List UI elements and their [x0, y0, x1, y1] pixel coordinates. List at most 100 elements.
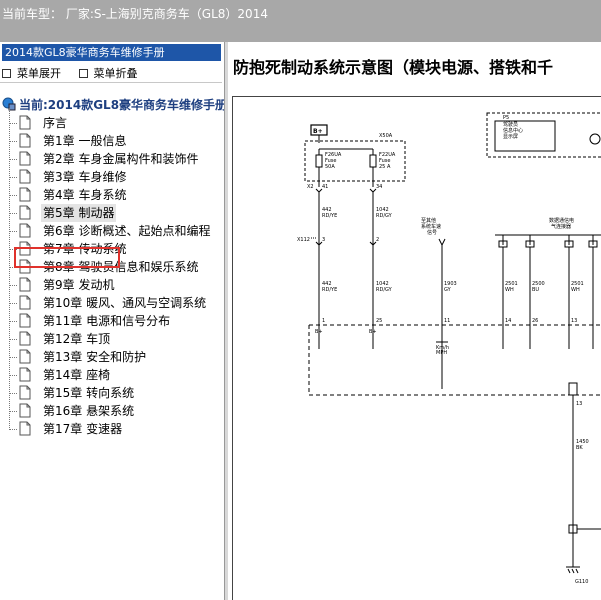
expand-icon: [2, 68, 11, 78]
tree-item-label: 第9章 发动机: [43, 278, 115, 292]
document-icon: [19, 313, 31, 331]
collapse-icon: [78, 68, 88, 78]
tree-item-label: 第5章 制动器: [41, 204, 117, 222]
window-titlebar: 当前车型： 厂家:S-上海别克商务车（GL8）2014: [0, 0, 601, 42]
document-icon: [19, 367, 31, 385]
document-icon: [19, 421, 31, 439]
tree-connector: [9, 411, 17, 412]
bplus-pin-25-label: B+: [369, 329, 377, 335]
wire-442-color: RD/YE: [322, 287, 337, 293]
wire-2501-color: WH: [571, 287, 580, 293]
document-icon: [19, 403, 31, 421]
tree-item-label: 第11章 电源和信号分布: [43, 314, 171, 328]
fuse-f26-symbol: [315, 154, 323, 168]
x50a-label: X50A: [379, 133, 393, 139]
tree-connector: [9, 141, 17, 142]
selection-highlight-box: [14, 247, 120, 268]
pin-11: 11: [444, 318, 450, 324]
collapse-menu-button[interactable]: 菜单折叠: [78, 65, 138, 81]
tree-item-label: 序言: [43, 116, 68, 130]
wire-442-color: RD/YE: [322, 213, 337, 219]
wiring-diagram-svg: B+ X50A F26UA Fuse 50A F22UA Fuse 25 A X…: [297, 112, 601, 585]
wire-1450-color: BK: [576, 445, 583, 451]
connector-symbol: [315, 188, 323, 193]
connector-x112-label: X112: [297, 237, 310, 243]
divider: [0, 82, 222, 83]
document-icon: [19, 205, 31, 223]
tree-item-label: 第15章 转向系统: [43, 386, 135, 400]
tree-line: [9, 108, 10, 430]
tree-connector: [9, 303, 17, 304]
serial-data-line1: 数据通信电: [549, 217, 574, 224]
pin-2: 2: [376, 237, 379, 243]
wire-2501-color: WH: [505, 287, 514, 293]
connector-symbol: [369, 188, 377, 193]
tree-item-label: 第16章 悬架系统: [43, 404, 135, 418]
tree-root[interactable]: 当前:2014款GL8豪华商务车维修手册: [2, 96, 227, 114]
ground-symbol: [566, 566, 580, 574]
document-icon: [19, 169, 31, 187]
p5-label: P5: [503, 115, 509, 121]
wire-2500-color: BU: [532, 287, 539, 293]
pin-26: 26: [532, 318, 538, 324]
speed-signal-line3: 信号: [427, 229, 437, 236]
tree-connector: [9, 375, 17, 376]
tree-item-label: 第13章 安全和防护: [43, 350, 147, 364]
wire-1903-color: GY: [444, 287, 452, 293]
pin-34: 34: [376, 184, 382, 190]
document-icon: [19, 223, 31, 241]
tree-item-label: 第10章 暖风、通风与空调系统: [43, 296, 207, 310]
window-title: 当前车型： 厂家:S-上海别克商务车（GL8）2014: [2, 7, 268, 21]
bplus-pin-1-label: B+: [315, 329, 323, 335]
pin-25: 25: [376, 318, 382, 324]
connector-symbol: [568, 382, 578, 396]
tree-connector: [9, 123, 17, 124]
p5-line1: 驾驶员: [503, 121, 518, 128]
speed-signal-line2: 系统车速: [421, 223, 441, 230]
document-icon: [19, 277, 31, 295]
mph-label: MPH: [436, 350, 447, 356]
document-icon: [19, 331, 31, 349]
tree-connector: [9, 231, 17, 232]
wiring-diagram: B+ X50A F26UA Fuse 50A F22UA Fuse 25 A X…: [232, 96, 601, 600]
arrow-symbol: [438, 238, 446, 247]
module-boundary: [308, 325, 601, 396]
fuse-f22-rating: 25 A: [379, 164, 391, 170]
left-panel: 2014款GL8豪华商务车维修手册 菜单展开 菜单折叠 当前:2014款GL8豪…: [0, 42, 227, 600]
tree-connector: [9, 177, 17, 178]
pin-3: 3: [322, 237, 325, 243]
tree-connector: [9, 321, 17, 322]
connector-x2-label: X2: [307, 184, 314, 190]
document-icon: [19, 349, 31, 367]
tree-item-label: 第4章 车身系统: [43, 188, 127, 202]
tree-connector: [9, 195, 17, 196]
tree-connector: [9, 429, 17, 430]
expand-menu-button[interactable]: 菜单展开: [2, 65, 61, 81]
fuse-f26-rating: 50A: [325, 164, 335, 170]
pin-14: 14: [505, 318, 511, 324]
tree-connector: [9, 357, 17, 358]
tree-item-label: 第3章 车身维修: [43, 170, 127, 184]
tree-item-label: 第1章 一般信息: [43, 134, 127, 148]
tree-item-label: 第12章 车顶: [43, 332, 111, 346]
document-icon: [19, 295, 31, 313]
tree-toolbar: 菜单展开 菜单折叠: [2, 65, 138, 81]
document-icon: [19, 187, 31, 205]
ground-g110-label: G110: [575, 579, 588, 585]
wire-1042-color: RD/GY: [376, 287, 393, 293]
pin-13: 13: [576, 401, 582, 407]
gauge-symbol: [589, 133, 601, 145]
content-pane: 防抱死制动系统示意图（模块电源、搭铁和千 B+ X50A F26UA Fuse …: [228, 42, 601, 600]
tree-item-label: 第6章 诊断概述、起始点和编程: [43, 224, 211, 238]
serial-data-line2: 气连接器: [551, 223, 571, 230]
document-icon: [19, 115, 31, 133]
fuse-f22-symbol: [369, 154, 377, 168]
document-icon: [19, 385, 31, 403]
tree-item-label: 第14章 座椅: [43, 368, 111, 382]
speed-signal-line1: 至其他: [421, 217, 436, 224]
pin-41: 41: [322, 184, 328, 190]
tree-connector: [9, 159, 17, 160]
document-icon: [19, 151, 31, 169]
tree-connector: [9, 393, 17, 394]
wire-1042-color: RD/GY: [376, 213, 393, 219]
